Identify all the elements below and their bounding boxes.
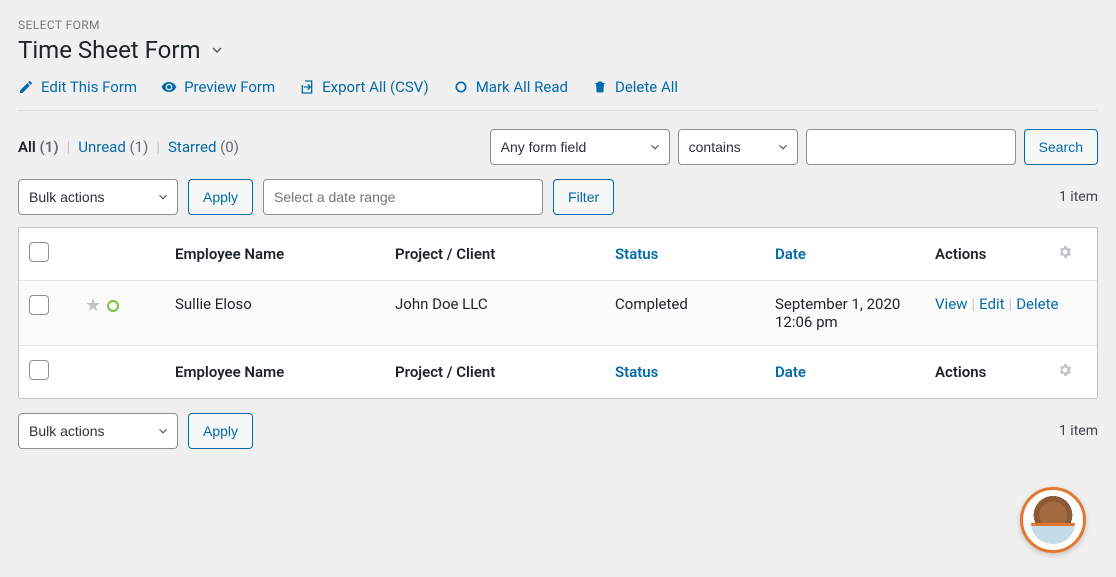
view-link[interactable]: View	[935, 295, 967, 313]
entries-table: Employee Name Project / Client Status Da…	[18, 227, 1098, 399]
edit-form-link[interactable]: Edit This Form	[18, 78, 137, 96]
col-employee: Employee Name	[175, 245, 395, 263]
col-actions: Actions	[935, 363, 1057, 381]
delete-link[interactable]: Delete	[1016, 295, 1058, 313]
table-header: Employee Name Project / Client Status Da…	[19, 228, 1097, 281]
col-date[interactable]: Date	[775, 245, 935, 263]
export-all-link[interactable]: Export All (CSV)	[299, 78, 429, 96]
col-status[interactable]: Status	[615, 245, 775, 263]
pencil-icon	[18, 79, 34, 95]
apply-button-bottom[interactable]: Apply	[188, 413, 253, 449]
mark-all-read-label: Mark All Read	[476, 78, 568, 96]
gear-icon[interactable]	[1057, 244, 1087, 264]
select-all-checkbox[interactable]	[29, 242, 49, 262]
col-employee: Employee Name	[175, 363, 395, 381]
gear-icon[interactable]	[1057, 362, 1087, 382]
filter-row-1: All (1) | Unread (1) | Starred (0) Any f…	[18, 129, 1098, 165]
operator-select[interactable]: contains	[678, 129, 798, 165]
eye-icon	[161, 79, 177, 95]
item-count-top: 1 item	[1059, 189, 1098, 205]
bulk-row-bottom: Bulk actions Apply 1 item	[18, 413, 1098, 449]
field-select[interactable]: Any form field	[490, 129, 670, 165]
row-checkbox[interactable]	[29, 295, 49, 315]
subsub-starred[interactable]: Starred (0)	[168, 138, 239, 156]
unread-indicator-icon[interactable]	[107, 300, 119, 312]
select-all-checkbox-bottom[interactable]	[29, 360, 49, 380]
search-button[interactable]: Search	[1024, 129, 1098, 165]
item-count-bottom: 1 item	[1059, 423, 1098, 439]
export-all-label: Export All (CSV)	[322, 78, 429, 96]
star-icon[interactable]: ★	[85, 295, 101, 316]
cell-project: John Doe LLC	[395, 295, 615, 313]
mark-all-read-link[interactable]: Mark All Read	[453, 78, 568, 96]
help-widget-avatar[interactable]	[1020, 487, 1086, 553]
col-status[interactable]: Status	[615, 363, 775, 381]
chevron-down-icon	[209, 42, 225, 58]
subsub-nav: All (1) | Unread (1) | Starred (0)	[18, 138, 239, 156]
search-value-input[interactable]	[806, 129, 1016, 165]
edit-form-label: Edit This Form	[41, 78, 137, 96]
col-actions: Actions	[935, 245, 1057, 263]
form-actions-bar: Edit This Form Preview Form Export All (…	[18, 78, 1098, 111]
row-actions: View|Edit|Delete	[935, 295, 1058, 313]
edit-link[interactable]: Edit	[979, 295, 1004, 313]
table-footer: Employee Name Project / Client Status Da…	[19, 346, 1097, 398]
subsub-all[interactable]: All (1)	[18, 138, 59, 156]
trash-icon	[592, 79, 608, 95]
preview-form-link[interactable]: Preview Form	[161, 78, 275, 96]
bulk-actions-top[interactable]: Bulk actions	[18, 179, 178, 215]
circle-icon	[453, 79, 469, 95]
apply-button-top[interactable]: Apply	[188, 179, 253, 215]
col-project: Project / Client	[395, 245, 615, 263]
cell-employee: Sullie Eloso	[175, 295, 395, 313]
cell-status: Completed	[615, 295, 775, 313]
row-indicators: ★	[85, 295, 175, 316]
select-form-label: SELECT FORM	[18, 18, 1098, 32]
bulk-actions-bottom[interactable]: Bulk actions	[18, 413, 178, 449]
col-project: Project / Client	[395, 363, 615, 381]
form-title-dropdown[interactable]: Time Sheet Form	[18, 36, 1098, 64]
cell-date: September 1, 2020 12:06 pm	[775, 295, 935, 331]
delete-all-link[interactable]: Delete All	[592, 78, 678, 96]
export-icon	[299, 79, 315, 95]
col-date[interactable]: Date	[775, 363, 935, 381]
delete-all-label: Delete All	[615, 78, 678, 96]
page-title: Time Sheet Form	[18, 36, 201, 64]
filter-button[interactable]: Filter	[553, 179, 614, 215]
filter-row-2: Bulk actions Apply Filter 1 item	[18, 179, 1098, 215]
date-range-input[interactable]	[263, 179, 543, 215]
subsub-unread[interactable]: Unread (1)	[78, 138, 148, 156]
table-row: ★ Sullie Eloso John Doe LLC Completed Se…	[19, 281, 1097, 346]
preview-form-label: Preview Form	[184, 78, 275, 96]
